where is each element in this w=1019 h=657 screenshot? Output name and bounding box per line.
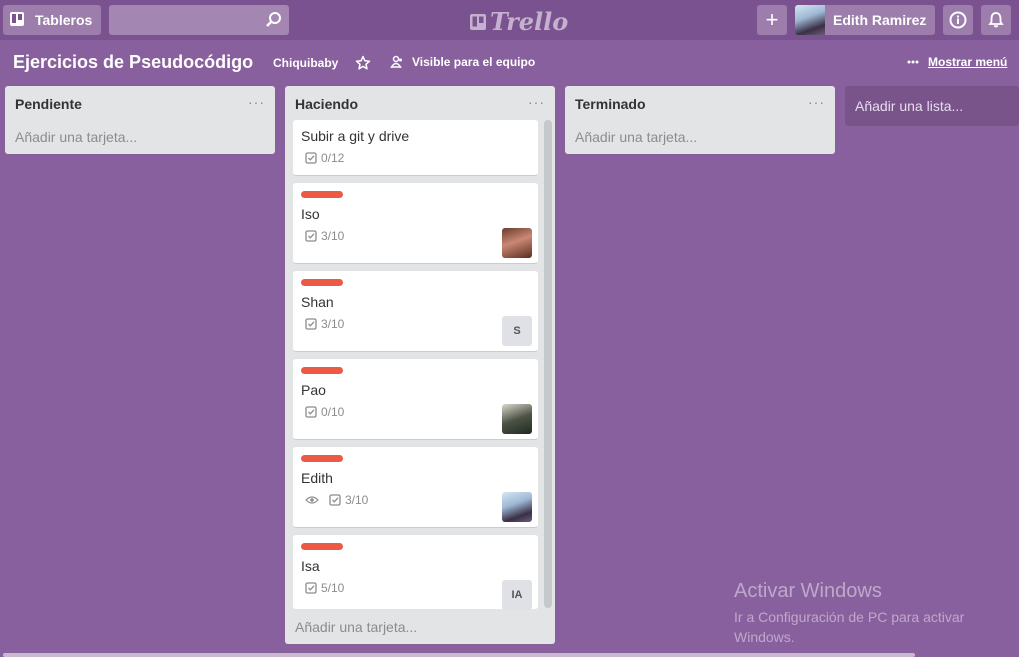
member-avatar[interactable] [502, 492, 532, 522]
card-title: Shan [301, 294, 334, 310]
card[interactable]: Iso 3/10 [293, 183, 538, 264]
checklist-count: 0/12 [321, 151, 345, 165]
card[interactable]: Pao 0/10 [293, 359, 538, 440]
card-badges: 5/10 [305, 581, 354, 595]
visibility-label: Visible para el equipo [412, 55, 536, 69]
board-team[interactable]: Chiquibaby [273, 56, 338, 70]
card-badges: 0/10 [305, 405, 354, 419]
checklist-icon [305, 582, 317, 594]
search-input[interactable] [109, 5, 289, 35]
checklist-icon [305, 152, 317, 164]
user-name: Edith Ramirez [833, 12, 927, 28]
visibility-button[interactable]: Visible para el equipo [390, 55, 535, 69]
list-title[interactable]: Pendiente [15, 96, 82, 112]
checklist-badge: 5/10 [305, 581, 344, 595]
boards-icon [9, 11, 25, 30]
windows-activation-watermark: Activar Windows Ir a Configuración de PC… [734, 580, 994, 647]
member-avatar[interactable] [502, 228, 532, 258]
add-button[interactable]: + [757, 5, 787, 35]
card-label[interactable] [301, 543, 343, 550]
card[interactable]: Subir a git y drive 0/12 [293, 120, 538, 176]
checklist-count: 5/10 [321, 581, 345, 595]
checklist-count: 3/10 [321, 317, 345, 331]
card[interactable]: Edith 3/10 [293, 447, 538, 528]
checklist-icon [305, 406, 317, 418]
boards-label: Tableros [35, 12, 93, 28]
add-list-button[interactable]: Añadir una lista... [845, 86, 1019, 126]
card-badges: 0/12 [305, 151, 354, 165]
checklist-icon [305, 318, 317, 330]
board-horizontal-scrollbar[interactable] [3, 653, 915, 657]
team-icon [390, 55, 402, 68]
checklist-badge: 3/10 [305, 229, 344, 243]
eye-icon [305, 496, 319, 504]
list-pendiente: Pendiente ··· Añadir una tarjeta... [5, 86, 275, 154]
card-title: Pao [301, 382, 326, 398]
card-badges: 3/10 [305, 317, 354, 331]
card-label[interactable] [301, 455, 343, 462]
checklist-badge: 0/12 [305, 151, 344, 165]
member-initials[interactable]: IA [502, 580, 532, 610]
list-menu-icon[interactable]: ··· [248, 94, 265, 110]
watermark-title: Activar Windows [734, 580, 882, 602]
card-badges: 3/10 [305, 493, 378, 507]
card-title: Edith [301, 470, 333, 486]
bell-icon [988, 12, 1004, 28]
user-avatar [795, 5, 825, 35]
watermark-text: Ir a Configuración de PC para activar Wi… [734, 609, 965, 645]
list-haciendo: Haciendo ··· Subir a git y drive 0/12 Is… [285, 86, 555, 644]
top-bar: Tableros Trello + Edith Ramirez [0, 0, 1019, 40]
checklist-badge: 0/10 [305, 405, 344, 419]
card-title: Isa [301, 558, 320, 574]
list-title[interactable]: Terminado [575, 96, 646, 112]
info-button[interactable] [943, 5, 973, 35]
checklist-count: 3/10 [321, 229, 345, 243]
plus-icon: + [765, 7, 779, 32]
card-title: Iso [301, 206, 320, 222]
user-menu-button[interactable]: Edith Ramirez [795, 5, 935, 35]
add-card-link[interactable]: Añadir una tarjeta... [15, 129, 137, 145]
board-title[interactable]: Ejercicios de Pseudocódigo [13, 52, 253, 73]
list-menu-icon[interactable]: ··· [808, 94, 825, 110]
checklist-count: 0/10 [321, 405, 345, 419]
checklist-count: 3/10 [345, 493, 369, 507]
add-card-link[interactable]: Añadir una tarjeta... [295, 619, 417, 635]
card-label[interactable] [301, 367, 343, 374]
show-menu-label: Mostrar menú [928, 55, 1008, 69]
add-card-link[interactable]: Añadir una tarjeta... [575, 129, 697, 145]
trello-logo[interactable]: Trello [469, 7, 568, 36]
list-menu-icon[interactable]: ··· [528, 94, 545, 110]
logo-text: Trello [490, 7, 569, 36]
trello-logo-icon [470, 13, 486, 30]
checklist-icon [329, 494, 341, 506]
search-icon[interactable] [265, 11, 283, 34]
member-initials[interactable]: S [502, 316, 532, 346]
checklist-badge: 3/10 [329, 493, 368, 507]
star-icon[interactable] [355, 55, 371, 76]
card[interactable]: Shan 3/10 S [293, 271, 538, 352]
card[interactable]: Isa 5/10 IA [293, 535, 538, 610]
member-avatar[interactable] [502, 404, 532, 434]
list-scrollbar[interactable] [544, 120, 552, 608]
notifications-button[interactable] [981, 5, 1011, 35]
boards-button[interactable]: Tableros [3, 5, 101, 35]
list-title[interactable]: Haciendo [295, 96, 358, 112]
checklist-badge: 3/10 [305, 317, 344, 331]
card-label[interactable] [301, 191, 343, 198]
card-label[interactable] [301, 279, 343, 286]
list-terminado: Terminado ··· Añadir una tarjeta... [565, 86, 835, 154]
info-icon [949, 11, 967, 29]
show-menu-link[interactable]: Mostrar menú [907, 55, 1007, 69]
more-icon [907, 60, 919, 64]
card-badges: 3/10 [305, 229, 354, 243]
checklist-icon [305, 230, 317, 242]
card-title: Subir a git y drive [301, 128, 410, 144]
watching-badge [305, 495, 319, 505]
